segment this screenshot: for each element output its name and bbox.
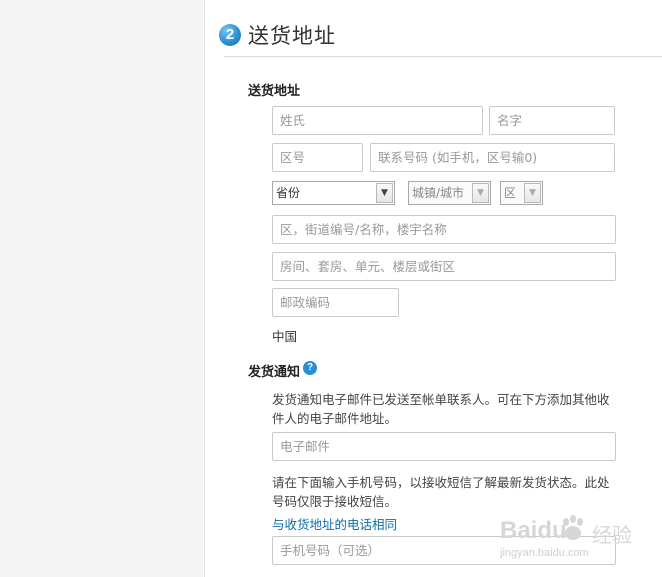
- unit-input[interactable]: [272, 252, 616, 281]
- street-input[interactable]: [272, 215, 616, 244]
- chevron-down-icon: ▼: [376, 183, 393, 203]
- chevron-down-icon: ▼: [472, 183, 489, 203]
- shipping-notice-heading: 发货通知: [248, 365, 301, 380]
- step-title: 送货地址: [248, 24, 336, 48]
- left-gutter: [0, 0, 205, 577]
- watermark-brand: Baidu: [500, 517, 567, 544]
- watermark-brand-cn: 经验: [592, 525, 632, 547]
- header-divider: [224, 56, 662, 57]
- watermark-url: jingyan.baidu.com: [500, 547, 589, 559]
- district-select-value: 区: [504, 186, 517, 200]
- step-header: 2 送货地址: [219, 18, 662, 52]
- last-name-input[interactable]: [272, 106, 483, 135]
- sms-notice-text: 请在下面输入手机号码，以接收短信了解最新发货状态。此处号码仅限于接收短信。: [272, 475, 610, 509]
- district-select[interactable]: 区 ▼: [500, 181, 543, 205]
- city-select-value: 城镇/城市: [412, 186, 465, 200]
- province-select-value: 省份: [276, 186, 301, 200]
- province-select[interactable]: 省份 ▼: [272, 181, 395, 205]
- step-number-badge: 2: [219, 24, 241, 46]
- email-input[interactable]: [272, 432, 616, 461]
- postal-code-input[interactable]: [272, 288, 399, 317]
- area-code-input[interactable]: [272, 143, 363, 172]
- city-select[interactable]: 城镇/城市 ▼: [408, 181, 491, 205]
- phone-input[interactable]: [370, 143, 615, 172]
- shipping-address-heading: 送货地址: [248, 84, 301, 99]
- same-phone-link[interactable]: 与收货地址的电话相同: [272, 514, 397, 533]
- help-icon[interactable]: ?: [303, 361, 317, 375]
- paw-icon: [563, 515, 583, 540]
- baidu-jingyan-watermark: Baidu 经验 jingyan.baidu.com: [498, 515, 650, 565]
- first-name-input[interactable]: [489, 106, 615, 135]
- email-notice-text: 发货通知电子邮件已发送至帐单联系人。可在下方添加其他收件人的电子邮件地址。: [272, 392, 610, 426]
- country-label: 中国: [272, 329, 298, 344]
- chevron-down-icon: ▼: [524, 183, 541, 203]
